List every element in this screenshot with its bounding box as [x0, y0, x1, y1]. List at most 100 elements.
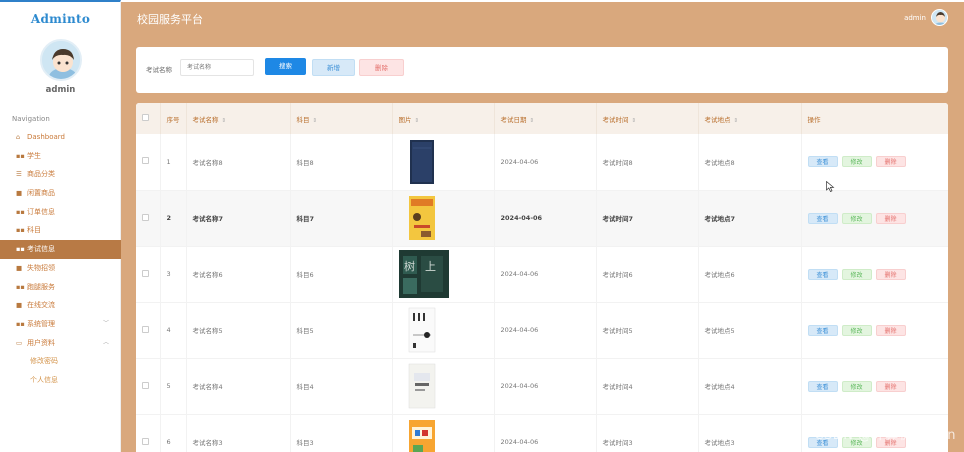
row-checkbox[interactable] — [142, 213, 149, 221]
actions-cell: 查看 修改 删除 — [801, 190, 948, 247]
view-button[interactable]: 查看 — [807, 156, 838, 168]
doc-icon: ▭ — [16, 338, 23, 347]
grid-icon: ▪▪ — [16, 319, 25, 328]
column-header[interactable]: 图片 ⇕ — [392, 103, 495, 134]
exam-time-cell: 考试时间7 — [596, 190, 699, 247]
sort-icon[interactable]: ⇕ — [734, 118, 739, 124]
exam-place-cell: 考试地点7 — [698, 190, 802, 247]
exam-place-cell: 考试地点4 — [698, 358, 802, 415]
row-select-cell[interactable] — [136, 246, 161, 303]
select-all-cell[interactable] — [136, 103, 161, 134]
sidebar-user-name: admin — [45, 85, 76, 95]
book-cover-image[interactable] — [399, 195, 494, 241]
brand-logo[interactable]: Adminto — [0, 12, 121, 26]
table-row[interactable]: 5 考试名称4 科目4 2024-04-06 考试时间4 考试地点4 查看 修改 删除 — [136, 358, 948, 415]
sort-icon[interactable]: ⇕ — [530, 118, 535, 124]
sort-icon[interactable]: ⇕ — [313, 118, 318, 124]
exam-time-cell: 考试时间3 — [596, 414, 699, 452]
edit-button[interactable]: 修改 — [841, 156, 872, 168]
sort-icon[interactable]: ⇕ — [415, 118, 420, 124]
sidebar-item-personal-info[interactable]: 个人信息 — [0, 371, 121, 390]
view-button[interactable]: 查看 — [807, 380, 838, 392]
edit-button[interactable]: 修改 — [841, 324, 872, 336]
row-number: 3 — [160, 246, 187, 303]
row-checkbox[interactable] — [142, 269, 149, 277]
column-header[interactable]: 考试名称 ⇕ — [186, 103, 291, 134]
row-delete-button[interactable]: 删除 — [875, 268, 906, 280]
row-select-cell[interactable] — [136, 414, 161, 452]
sidebar-item-errands[interactable]: ▪▪ 跑腿服务 — [0, 278, 121, 297]
exam-date-cell: 2024-04-06 — [494, 358, 597, 415]
column-header: 序号 — [160, 103, 187, 134]
exam-place-cell: 考试地点3 — [698, 414, 802, 452]
list-icon: ☰ — [16, 170, 22, 179]
row-delete-button[interactable]: 删除 — [875, 212, 906, 224]
column-header[interactable]: 考试地点 ⇕ — [698, 103, 802, 134]
add-button[interactable]: 新增 — [312, 59, 355, 76]
view-button[interactable]: 查看 — [807, 324, 838, 336]
view-button[interactable]: 查看 — [807, 268, 838, 280]
row-checkbox[interactable] — [142, 325, 149, 333]
book-cover-image[interactable] — [399, 419, 494, 452]
actions-cell: 查看 修改 删除 — [801, 302, 948, 359]
table-row[interactable]: 2 考试名称7 科目7 2024-04-06 考试时间7 考试地点7 查看 修改 删除 — [136, 190, 948, 247]
sidebar-item-label: 考试信息 — [27, 245, 55, 254]
column-label: 科目 — [296, 115, 310, 124]
row-checkbox[interactable] — [142, 157, 149, 165]
row-select-cell[interactable] — [136, 134, 161, 191]
row-delete-button[interactable]: 删除 — [875, 156, 906, 168]
exam-name-cell: 考试名称7 — [186, 190, 291, 247]
exam-time-cell: 考试时间8 — [596, 134, 699, 191]
row-select-cell[interactable] — [136, 302, 161, 359]
edit-button[interactable]: 修改 — [841, 212, 872, 224]
column-header[interactable]: 考试日期 ⇕ — [494, 103, 597, 134]
book-cover-image[interactable]: 树上 — [398, 250, 494, 298]
row-number: 5 — [160, 358, 187, 415]
sidebar-item-label: 闲置商品 — [27, 189, 55, 198]
column-header[interactable]: 考试时间 ⇕ — [596, 103, 699, 134]
sidebar-item-categories[interactable]: ☰ 商品分类 — [0, 165, 121, 184]
svg-text:上: 上 — [425, 260, 436, 273]
row-delete-button[interactable]: 删除 — [875, 380, 906, 392]
sidebar-item-label: 科目 — [27, 226, 41, 235]
sort-icon[interactable]: ⇕ — [222, 118, 227, 124]
sidebar-item-profile[interactable]: ▭ 用户资料 ︿ — [0, 334, 121, 353]
row-checkbox[interactable] — [142, 381, 149, 389]
exam-name-cell: 考试名称6 — [186, 246, 291, 303]
sidebar-item-chat[interactable]: ■ 在线交流 — [0, 296, 121, 315]
book-cover-image[interactable] — [399, 307, 494, 353]
sidebar-item-students[interactable]: ▪▪ 学生 — [0, 147, 121, 166]
row-checkbox[interactable] — [142, 437, 149, 445]
topbar-avatar[interactable] — [931, 9, 948, 26]
sidebar-item-change-password[interactable]: 修改密码 — [0, 352, 121, 371]
sidebar-item-dashboard[interactable]: ⌂ Dashboard — [0, 128, 121, 147]
edit-button[interactable]: 修改 — [841, 380, 872, 392]
select-all-checkbox[interactable] — [142, 114, 149, 121]
row-select-cell[interactable] — [136, 358, 161, 415]
watermark: CSDN @计算机YiDian — [814, 428, 956, 443]
sort-icon[interactable]: ⇕ — [632, 118, 637, 124]
column-header[interactable]: 科目 ⇕ — [290, 103, 393, 134]
svg-text:树: 树 — [404, 259, 415, 273]
book-cover-image[interactable] — [399, 363, 494, 409]
sidebar-item-exams[interactable]: ▪▪ 考试信息 — [0, 240, 121, 259]
row-delete-button[interactable]: 删除 — [875, 324, 906, 336]
sidebar-item-lost-found[interactable]: ■ 失物招领 — [0, 259, 121, 278]
sidebar-item-idle-goods[interactable]: ■ 闲置商品 — [0, 184, 121, 203]
search-button[interactable]: 搜索 — [265, 58, 306, 75]
row-select-cell[interactable] — [136, 190, 161, 247]
view-button[interactable]: 查看 — [807, 212, 838, 224]
edit-button[interactable]: 修改 — [841, 268, 872, 280]
table-row[interactable]: 4 考试名称5 科目5 2024-04-06 考试时间5 考试地点5 查看 修改 删除 — [136, 302, 948, 359]
grid-icon: ▪▪ — [16, 226, 25, 235]
sidebar-item-label: 修改密码 — [30, 357, 58, 366]
topbar-user-name[interactable]: admin — [904, 14, 926, 22]
delete-button[interactable]: 删除 — [359, 59, 404, 76]
sidebar-item-system[interactable]: ▪▪ 系统管理 ﹀ — [0, 315, 121, 334]
book-cover-image[interactable] — [399, 139, 494, 185]
sidebar-item-subjects[interactable]: ▪▪ 科目 — [0, 221, 121, 240]
avatar[interactable] — [40, 39, 82, 81]
sidebar-item-orders[interactable]: ▪▪ 订单信息 — [0, 203, 121, 222]
table-row[interactable]: 3 考试名称6 科目6 树上 2024-04-06 考试时间6 考试地点6 查看 修改 删除 — [136, 246, 948, 303]
search-input[interactable] — [180, 59, 254, 76]
